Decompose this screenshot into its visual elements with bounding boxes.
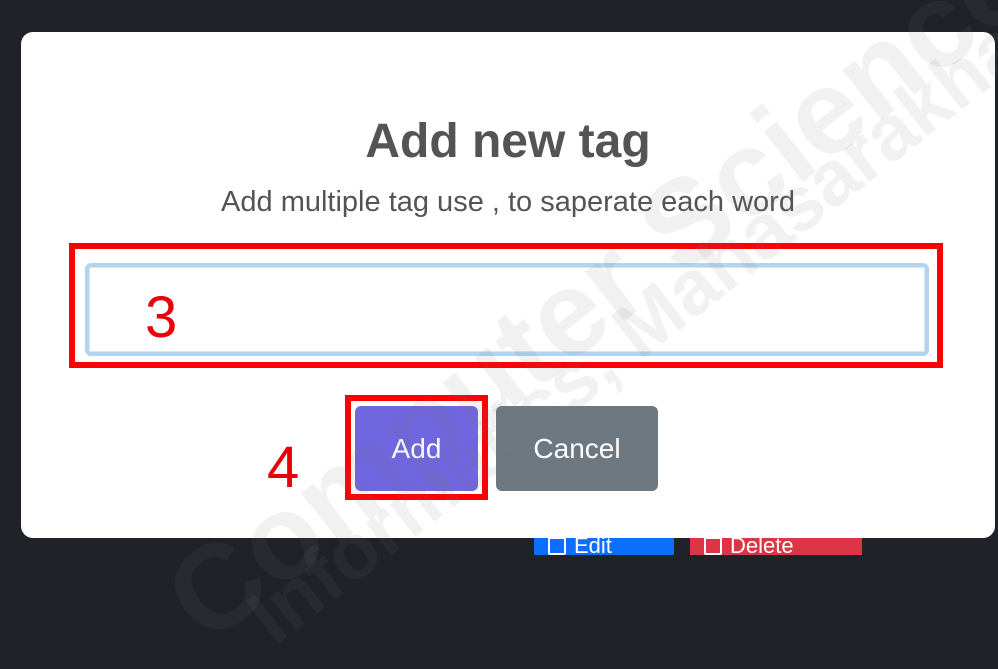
annotation-step-4: 4 [267, 435, 300, 500]
edit-icon [548, 537, 566, 555]
tag-input[interactable] [85, 263, 929, 356]
add-button[interactable]: Add [355, 406, 478, 491]
add-tag-dialog: Add new tag Add multiple tag use , to sa… [21, 32, 995, 538]
dialog-title: Add new tag [365, 115, 651, 168]
cancel-button[interactable]: Cancel [496, 406, 658, 491]
annotation-step-3: 3 [145, 285, 178, 350]
dialog-subtitle: Add multiple tag use , to saperate each … [221, 186, 795, 218]
trash-icon [704, 537, 722, 555]
